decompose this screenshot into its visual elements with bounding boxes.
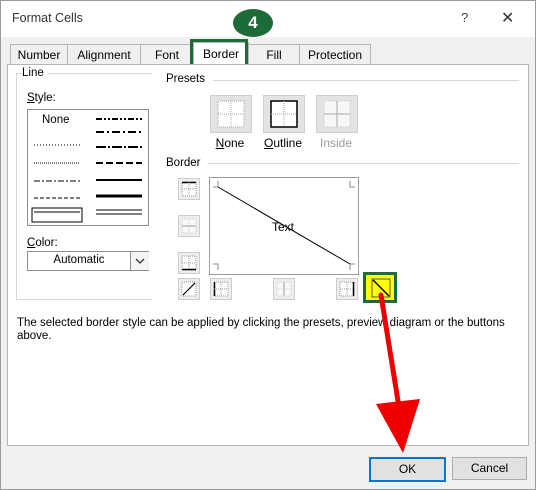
arrow-annotation	[376, 292, 420, 453]
cancel-button[interactable]: Cancel	[452, 457, 527, 480]
ok-button[interactable]: OK	[369, 457, 446, 482]
format-cells-dialog: Format Cells ? ✕ Number Alignment Font B…	[0, 0, 536, 490]
